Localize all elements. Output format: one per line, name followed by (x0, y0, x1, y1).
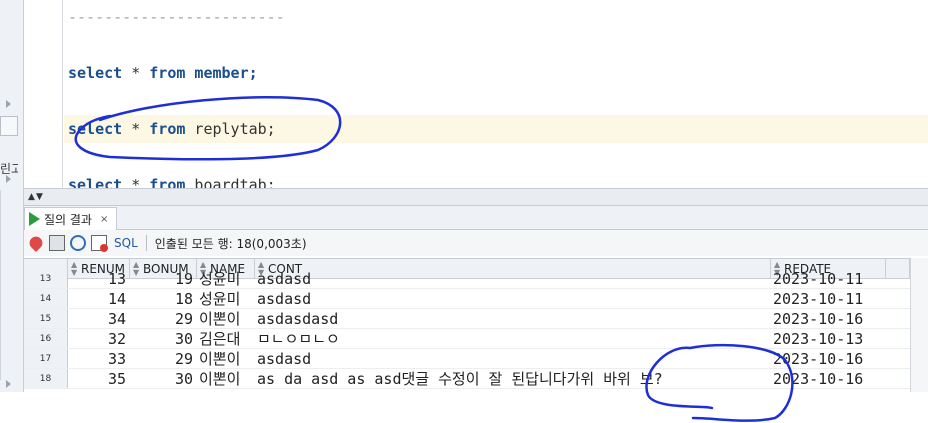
cell-redate[interactable]: 2023-10-11 (771, 269, 910, 289)
cell-cont[interactable]: as da asd as asd댓글 수정이 잘 된답니다가위 바위 보? (255, 369, 771, 389)
cell-redate[interactable]: 2023-10-11 (771, 289, 910, 309)
cell-name[interactable]: 이뽄이 (197, 369, 255, 389)
cell-renum[interactable]: 13 (68, 269, 130, 289)
splitter-down-icon[interactable]: ▼ (36, 192, 43, 202)
cell-cont[interactable]: ㅁㄴㅇㅁㄴㅇ (255, 329, 771, 349)
row-number-cell: 15 (24, 309, 68, 329)
print-icon[interactable] (49, 235, 65, 251)
cell-name[interactable]: 김은대 (197, 329, 255, 349)
table-row[interactable]: 14 14 18 성윤미 asdasd 2023-10-11 (24, 289, 910, 309)
code-line-select-replytab[interactable]: select * from replytab; (68, 120, 276, 138)
left-scrollbar[interactable] (0, 190, 18, 380)
cell-bonum[interactable]: 30 (130, 369, 197, 389)
cell-renum[interactable]: 34 (68, 309, 130, 329)
cell-bonum[interactable]: 29 (130, 309, 197, 329)
cell-renum[interactable]: 35 (68, 369, 130, 389)
sql-button[interactable]: SQL (114, 236, 138, 250)
row-number-cell: 17 (24, 349, 68, 369)
run-result-icon (29, 212, 40, 226)
row-divider (24, 388, 910, 389)
sql-worksheet-editor[interactable]: ------------------------ select * from m… (24, 0, 928, 188)
tab-close-icon[interactable]: × (100, 214, 108, 225)
cell-name[interactable]: 성윤미 (197, 289, 255, 309)
code-line-dashes: ------------------------ (68, 8, 285, 26)
table-row[interactable]: 17 33 29 이뽄이 asdasd 2023-10-16 (24, 349, 910, 369)
results-vertical-scrollbar[interactable] (910, 258, 928, 392)
cell-cont[interactable]: asdasd (255, 289, 771, 309)
table-row[interactable]: 18 35 30 이뽄이 as da asd as asd댓글 수정이 잘 된답니다가위… (24, 369, 910, 389)
scroll-arrow-icon[interactable] (6, 380, 11, 388)
cell-renum[interactable]: 32 (68, 329, 130, 349)
row-number-cell: 14 (24, 289, 68, 309)
cell-cont[interactable]: asdasd (255, 269, 771, 289)
expand-arrow-icon[interactable] (6, 175, 11, 183)
row-number-cell: 16 (24, 329, 68, 349)
editor-gutter-line (62, 0, 63, 188)
cell-renum[interactable]: 14 (68, 289, 130, 309)
row-number-cell: 13 (24, 269, 68, 289)
code-line-select-member[interactable]: select * from member; (68, 64, 258, 82)
cell-bonum[interactable]: 18 (130, 289, 197, 309)
toolbar-separator (145, 235, 147, 251)
splitter-up-icon[interactable]: ▲ (28, 192, 35, 202)
row-number-cell: 18 (24, 369, 68, 389)
cell-redate[interactable]: 2023-10-16 (771, 309, 910, 329)
cell-bonum[interactable]: 30 (130, 329, 197, 349)
pin-icon[interactable] (26, 233, 46, 253)
collapse-arrow-icon[interactable] (6, 100, 11, 108)
cell-redate[interactable]: 2023-10-16 (771, 369, 910, 389)
code-line-select-boardtab[interactable]: select * from boardtab; (68, 176, 276, 188)
side-panel-edge[interactable] (0, 116, 18, 136)
table-row[interactable]: 13 13 19 성윤미 asdasd 2023-10-11 (24, 269, 910, 289)
tab-query-result[interactable]: 질의 결과 × (24, 207, 118, 230)
table-row[interactable]: 15 34 29 이뽄이 asdasdasd 2023-10-16 (24, 309, 910, 329)
cell-cont[interactable]: asdasd (255, 349, 771, 369)
result-tabbar: 질의 결과 × (24, 206, 928, 230)
cell-redate[interactable]: 2023-10-16 (771, 349, 910, 369)
cell-cont[interactable]: asdasdasd (255, 309, 771, 329)
cell-bonum[interactable]: 29 (130, 349, 197, 369)
refresh-icon[interactable] (70, 235, 86, 251)
cell-name[interactable]: 이뽄이 (197, 349, 255, 369)
results-grid[interactable]: ▲ ▼ RENUM ▲ ▼ BONUM ▲ ▼ NAME ▲ ▼ CONT ▲ ▼ REDATE 1… (24, 258, 910, 392)
cell-name[interactable]: 성윤미 (197, 269, 255, 289)
cell-name[interactable]: 이뽄이 (197, 309, 255, 329)
panel-splitter[interactable]: ▲ ▼ (24, 188, 928, 206)
fetch-status-text: 인출된 모든 행: 18(0,003초) (154, 236, 307, 251)
cell-renum[interactable]: 33 (68, 349, 130, 369)
cell-redate[interactable]: 2023-10-13 (771, 329, 910, 349)
cell-bonum[interactable]: 19 (130, 269, 197, 289)
result-toolbar: SQL 인출된 모든 행: 18(0,003초) (24, 230, 928, 256)
tab-query-result-label: 질의 결과 (44, 212, 92, 227)
left-panel-strip: 린고 (0, 0, 24, 392)
table-row[interactable]: 16 32 30 김은대 ㅁㄴㅇㅁㄴㅇ 2023-10-13 (24, 329, 910, 349)
export-icon[interactable] (91, 235, 108, 252)
